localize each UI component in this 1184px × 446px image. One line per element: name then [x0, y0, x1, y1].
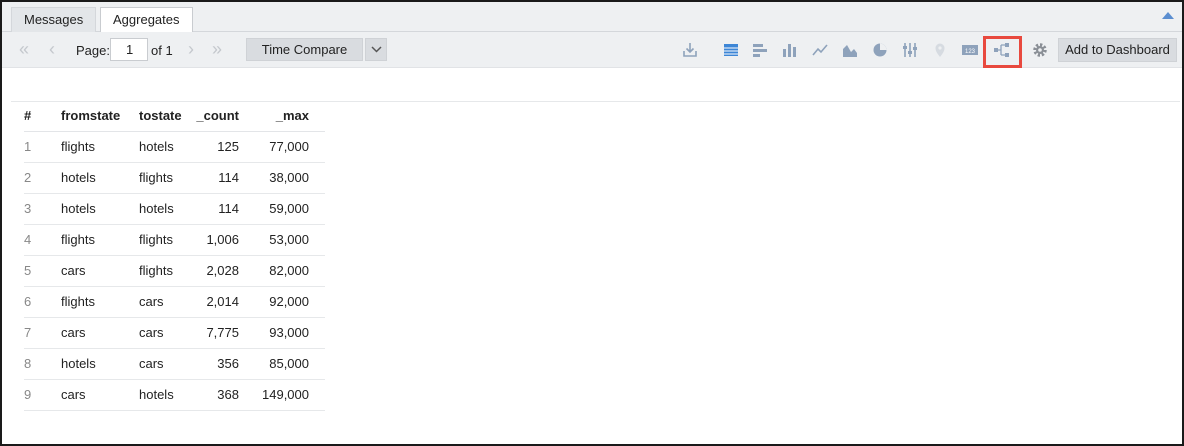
table-body: 1 flights hotels 125 77,000 2 hotels flights 114…	[24, 132, 325, 411]
cell-max: 77,000	[269, 139, 309, 154]
cell-fromstate: hotels	[61, 356, 96, 371]
column-header-count[interactable]: _count	[194, 102, 239, 132]
cell-tostate: hotels	[139, 201, 174, 216]
cell-max: 93,000	[269, 325, 309, 340]
column-header-fromstate[interactable]: fromstate	[61, 102, 131, 132]
tab-bar: Messages Aggregates	[2, 2, 1182, 33]
table-row: 6 flights cars 2,014 92,000	[24, 287, 325, 318]
cell-max: 82,000	[269, 263, 309, 278]
cell-max: 85,000	[269, 356, 309, 371]
cell-max: 92,000	[269, 294, 309, 309]
table-row: 2 hotels flights 114 38,000	[24, 163, 325, 194]
cell-count: 114	[218, 201, 239, 216]
results-table: # fromstate tostate _count _max 1 flights…	[24, 102, 325, 411]
first-page-icon[interactable]: «	[19, 40, 29, 58]
gear-icon[interactable]	[1031, 41, 1049, 59]
column-header-max[interactable]: _max	[254, 102, 309, 132]
time-compare-dropdown[interactable]	[365, 38, 387, 61]
download-icon[interactable]	[681, 41, 699, 59]
column-chart-icon[interactable]	[781, 41, 799, 59]
row-index: 8	[24, 356, 32, 371]
row-index: 4	[24, 232, 32, 247]
table-header: # fromstate tostate _count _max	[24, 102, 325, 132]
row-index: 9	[24, 387, 32, 402]
cell-fromstate: cars	[61, 263, 86, 278]
cell-count: 1,006	[206, 232, 239, 247]
table-row: 7 cars cars 7,775 93,000	[24, 318, 325, 349]
cell-fromstate: flights	[61, 294, 95, 309]
cell-fromstate: flights	[61, 139, 95, 154]
chevron-down-icon	[371, 46, 382, 53]
tab-aggregates[interactable]: Aggregates	[100, 7, 193, 33]
cell-tostate: hotels	[139, 387, 174, 402]
pie-chart-icon[interactable]	[871, 41, 889, 59]
cell-max: 59,000	[269, 201, 309, 216]
table-view-icon[interactable]	[722, 41, 740, 59]
line-chart-icon[interactable]	[811, 41, 829, 59]
cell-max: 38,000	[269, 170, 309, 185]
tab-messages[interactable]: Messages	[11, 7, 97, 32]
table-row: 3 hotels hotels 114 59,000	[24, 194, 325, 225]
cell-fromstate: cars	[61, 387, 86, 402]
highlight-box	[983, 36, 1022, 68]
cell-count: 368	[217, 387, 239, 402]
row-index: 2	[24, 170, 32, 185]
table-row: 1 flights hotels 125 77,000	[24, 132, 325, 163]
single-value-icon[interactable]: 123	[961, 41, 979, 59]
row-index: 3	[24, 201, 32, 216]
svg-text:123: 123	[965, 49, 976, 55]
last-page-icon[interactable]: »	[212, 40, 222, 58]
cell-max: 149,000	[262, 387, 309, 402]
cell-fromstate: cars	[61, 325, 86, 340]
page-count: of 1	[151, 43, 173, 58]
cell-tostate: flights	[139, 263, 173, 278]
cell-tostate: flights	[139, 232, 173, 247]
empty-header-band	[11, 68, 1180, 102]
table-row: 9 cars hotels 368 149,000	[24, 380, 325, 411]
row-index: 5	[24, 263, 32, 278]
cell-tostate: flights	[139, 170, 173, 185]
cell-fromstate: flights	[61, 232, 95, 247]
map-icon[interactable]	[931, 41, 949, 59]
cell-fromstate: hotels	[61, 170, 96, 185]
column-header-tostate[interactable]: tostate	[139, 102, 199, 132]
column-header-index[interactable]: #	[24, 102, 44, 132]
cell-count: 114	[218, 170, 239, 185]
toolbar: « ‹ Page: of 1 › » Time Compare	[2, 32, 1182, 68]
cell-tostate: cars	[139, 356, 164, 371]
row-index: 1	[24, 139, 32, 154]
cell-count: 356	[217, 356, 239, 371]
cell-tostate: cars	[139, 325, 164, 340]
area-chart-icon[interactable]	[841, 41, 859, 59]
bar-chart-icon[interactable]	[751, 41, 769, 59]
cell-max: 53,000	[269, 232, 309, 247]
collapse-up-icon[interactable]	[1162, 12, 1174, 19]
table-row: 8 hotels cars 356 85,000	[24, 349, 325, 380]
table-row: 5 cars flights 2,028 82,000	[24, 256, 325, 287]
cell-count: 2,014	[206, 294, 239, 309]
time-compare-button[interactable]: Time Compare	[246, 38, 363, 61]
cell-tostate: cars	[139, 294, 164, 309]
page-number-input[interactable]	[110, 38, 148, 61]
cell-fromstate: hotels	[61, 201, 96, 216]
cell-tostate: hotels	[139, 139, 174, 154]
aggregates-panel: Messages Aggregates « ‹ Page: of 1 › » T…	[0, 0, 1184, 446]
page-label: Page:	[76, 43, 110, 58]
cell-count: 2,028	[206, 263, 239, 278]
add-to-dashboard-button[interactable]: Add to Dashboard	[1058, 38, 1177, 62]
next-page-icon[interactable]: ›	[188, 40, 194, 58]
cell-count: 7,775	[206, 325, 239, 340]
table-row: 4 flights flights 1,006 53,000	[24, 225, 325, 256]
prev-page-icon[interactable]: ‹	[49, 40, 55, 58]
row-index: 6	[24, 294, 32, 309]
row-index: 7	[24, 325, 32, 340]
cell-count: 125	[217, 139, 239, 154]
filters-icon[interactable]	[901, 41, 919, 59]
